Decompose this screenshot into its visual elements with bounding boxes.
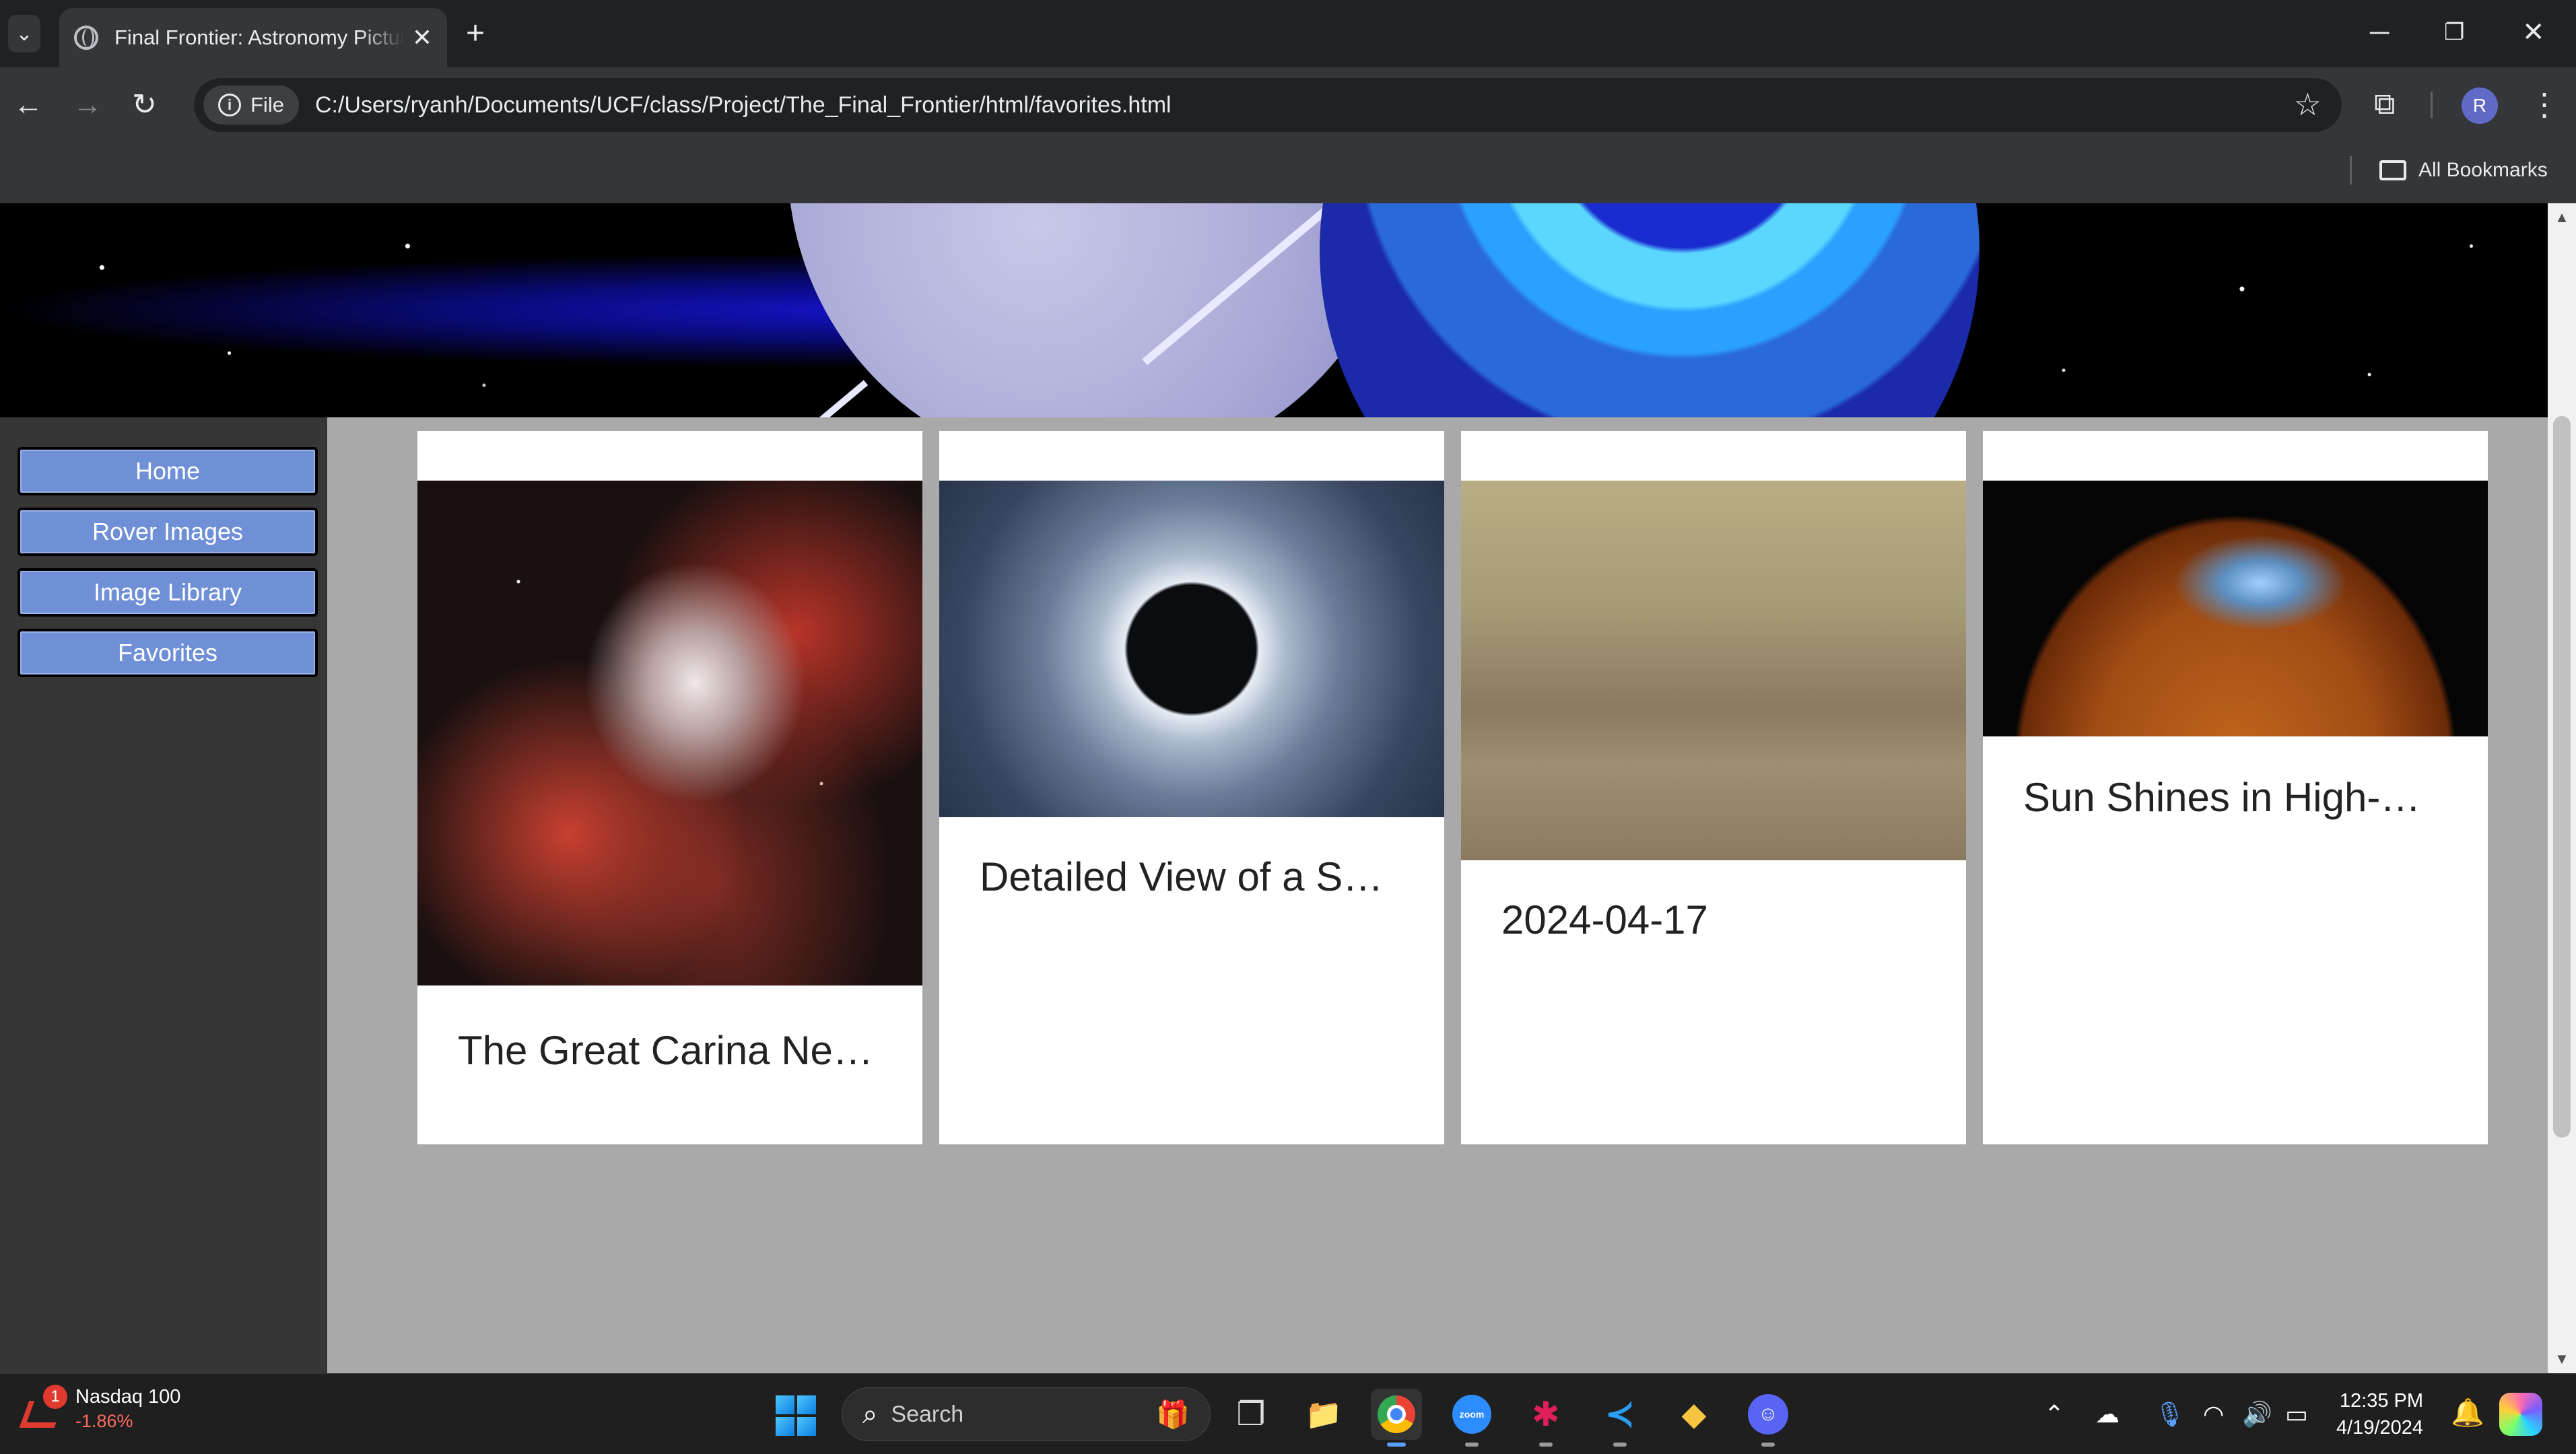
scrollbar-thumb[interactable] [2553,416,2571,1138]
nav-favorites-button[interactable]: Favorites [18,629,318,677]
favorite-card[interactable]: The Great Carina Ne… [417,431,922,1144]
zoom-taskbar-icon[interactable]: zoom [1446,1389,1497,1447]
chrome-taskbar-icon[interactable] [1371,1389,1422,1447]
url-text[interactable]: C:/Users/ryanh/Documents/UCF/class/Proje… [315,92,1172,118]
card-caption: Detailed View of a S… [980,854,1384,899]
close-window-icon[interactable]: ✕ [2522,12,2545,53]
toolbar-divider [2431,92,2433,118]
slack-icon[interactable]: ✱ [1520,1389,1571,1447]
widget-badge: 1 [43,1385,67,1409]
discord-icon: ☺ [1748,1394,1788,1434]
profile-avatar[interactable]: R [2462,88,2498,124]
space-banner-image [0,203,2548,417]
notification-bell-icon[interactable]: 🔔 [2451,1397,2484,1428]
back-icon[interactable]: ← [13,86,43,124]
site-info-chip[interactable]: i File [203,85,299,125]
chrome-icon [1378,1395,1415,1433]
bookmark-star-icon[interactable]: ☆ [2294,86,2321,123]
sidebar-nav: Home Rover Images Image Library Favorite… [0,417,327,1373]
mars-rover-terrain-image[interactable] [1461,481,1966,860]
tab-search-chevron-icon[interactable]: ⌄ [8,15,40,53]
all-bookmarks-button[interactable]: All Bookmarks [2379,159,2548,182]
search-highlight-icon: 🎁 [1156,1399,1190,1430]
sun-xray-image[interactable] [1983,481,2488,736]
folder-icon [2379,160,2406,180]
globe-icon [74,26,98,50]
start-windows-icon[interactable] [776,1395,816,1436]
favorite-card[interactable]: 2024-04-17 [1461,431,1966,1144]
page-scrollbar[interactable]: ▲ ▼ [2548,203,2576,1373]
tab-active[interactable]: Final Frontier: Astronomy Picture of the… [59,8,447,67]
wifi-icon[interactable]: ◠ [2203,1394,2224,1434]
minimize-icon[interactable]: ─ [2370,12,2389,53]
tab-close-icon[interactable]: ✕ [412,24,432,52]
onedrive-cloud-icon[interactable]: ☁ [2095,1394,2120,1434]
battery-icon[interactable]: ▭ [2285,1394,2308,1434]
stock-down-icon: 1 [19,1385,67,1432]
clock-date: 4/19/2024 [2336,1417,2424,1439]
volume-icon[interactable]: 🔊 [2242,1394,2272,1434]
discord-taskbar-icon[interactable]: ☺ [1742,1389,1794,1447]
banner-light-beam-small [801,380,869,417]
stock-widget[interactable]: 1 Nasdaq 100 -1.86% [19,1385,181,1432]
bookmarks-bar: All Bookmarks [0,143,2576,203]
favorite-card[interactable]: Detailed View of a S… [939,431,1444,1144]
microphone-icon[interactable]: 🎙 [2155,1394,2185,1434]
page-viewport: Home Rover Images Image Library Favorite… [0,203,2548,1373]
card-caption: The Great Carina Ne… [458,1028,873,1073]
scroll-down-arrow-icon[interactable]: ▼ [2548,1350,2576,1368]
extensions-puzzle-icon[interactable]: ⧉ [2374,88,2395,121]
show-hidden-icons-chevron-icon[interactable]: ⌃ [2044,1394,2064,1434]
windows-taskbar: 1 Nasdaq 100 -1.86% ⌕ Search 🎁 ❐ 📁 zoom … [0,1373,2576,1454]
card-caption: 2024-04-17 [1501,897,1708,942]
git-client-icon[interactable]: ◆ [1668,1389,1720,1440]
favorite-card[interactable]: Sun Shines in High-… [1983,431,2488,1144]
bookmarks-divider [2350,156,2352,184]
solar-eclipse-corona-image[interactable] [939,481,1444,817]
all-bookmarks-label: All Bookmarks [2418,159,2548,181]
carina-nebula-image[interactable] [417,481,922,985]
address-bar[interactable]: i File C:/Users/ryanh/Documents/UCF/clas… [194,78,2342,132]
scroll-up-arrow-icon[interactable]: ▲ [2548,209,2576,226]
clock-time: 12:35 PM [2339,1390,2424,1412]
info-icon: i [218,94,241,116]
taskbar-search-placeholder: Search [891,1401,964,1427]
site-info-label: File [250,93,284,116]
taskbar-search[interactable]: ⌕ Search 🎁 [842,1387,1211,1441]
card-caption: Sun Shines in High-… [2023,775,2421,820]
widget-value: -1.86% [75,1411,133,1431]
nav-rover-images-button[interactable]: Rover Images [18,508,318,556]
nav-home-button[interactable]: Home [18,447,318,495]
reload-icon[interactable]: ↻ [132,86,157,124]
zoom-icon: zoom [1452,1395,1491,1434]
banner-moon [788,203,1407,417]
system-clock[interactable]: 12:35 PM 4/19/2024 [2336,1387,2423,1441]
widget-name: Nasdaq 100 [75,1386,181,1408]
copilot-icon[interactable] [2499,1393,2542,1436]
nav-image-library-button[interactable]: Image Library [18,568,318,617]
banner-planet [1320,203,1979,417]
new-tab-button[interactable]: + [466,15,485,53]
vscode-icon[interactable]: ≺ [1594,1389,1646,1447]
browser-toolbar: ← → ↻ i File C:/Users/ryanh/Documents/UC… [0,67,2576,143]
forward-icon[interactable]: → [73,86,102,124]
tab-title: Final Frontier: Astronomy Picture of the… [114,26,404,49]
tab-strip: ⌄ Final Frontier: Astronomy Picture of t… [0,0,2576,67]
search-icon: ⌕ [862,1399,878,1429]
task-view-icon[interactable]: ❐ [1225,1389,1277,1440]
browser-menu-icon[interactable]: ⋮ [2529,86,2560,123]
restore-icon[interactable]: ❐ [2444,12,2464,53]
file-explorer-icon[interactable]: 📁 [1298,1389,1349,1440]
